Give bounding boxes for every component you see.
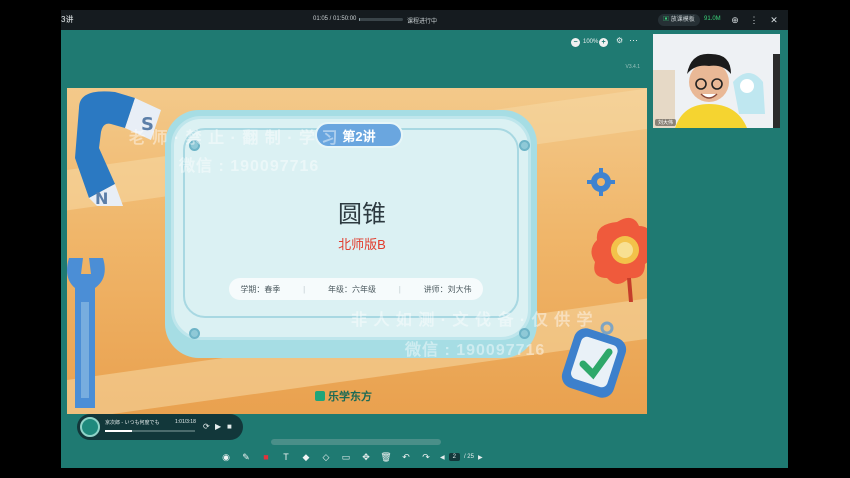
page-total: / 25 [463, 454, 474, 460]
zoom-out-button[interactable]: − [571, 38, 580, 47]
music-player: 京次郎 - いつも何度でも 1:01/3:18 ⟳ ▶ ■ [77, 414, 243, 440]
song-time: 1:01/3:18 [175, 419, 196, 425]
loop-icon[interactable]: ⟳ [203, 422, 210, 431]
record-icon[interactable]: ◉ [216, 449, 236, 465]
watermark-text: 非 人 如 测 · 文 伐 备 · 仅 供 学 [351, 312, 594, 329]
screw-icon [519, 140, 530, 151]
delete-icon[interactable]: 🗑 [376, 449, 396, 465]
song-progress-fill [105, 430, 132, 432]
close-icon[interactable]: ✕ [767, 13, 781, 27]
template-icon: ▣ [663, 17, 670, 23]
classroom-window: 3讲 01:05 / 01:50:00 课程进行中 ▣ 放课模板 91.0M ⊕… [61, 10, 788, 468]
luggage-tag-illustration [561, 321, 627, 398]
screw-icon [189, 328, 200, 339]
gear-illustration [587, 168, 615, 196]
stop-icon[interactable]: ■ [227, 422, 232, 431]
info-divider: | [398, 284, 401, 294]
class-status: 课程进行中 [407, 19, 438, 25]
watermark-text: 微信 : 190097716 [179, 158, 320, 175]
screenshot-icon[interactable]: ▭ [336, 449, 356, 465]
window-title: 3讲 [61, 15, 74, 24]
zoom-icon[interactable]: ⊕ [728, 13, 742, 27]
teacher-label: 讲师：刘大伟 [423, 284, 472, 294]
title-bar: 3讲 01:05 / 01:50:00 课程进行中 ▣ 放课模板 91.0M ⊕… [61, 10, 788, 30]
brand-name: 乐学东方 [328, 391, 372, 403]
lesson-info-bar: 学期：春季 | 年级：六年级 | 讲师：刘大伟 [229, 278, 483, 300]
page-navigator: ◀ 2 / 25 ▶ [440, 453, 483, 461]
eraser-icon[interactable]: ◇ [316, 449, 336, 465]
redo-icon[interactable]: ↷ [416, 449, 436, 465]
term-label: 学期：春季 [240, 284, 281, 294]
drawing-toolbar: ◉ ✎ ■ T ◆ ◇ ▭ ✥ 🗑 ↶ ↷ ◀ 2 / 25 ▶ [216, 448, 483, 466]
version-label: V3.4.1 [625, 64, 640, 70]
prev-page-icon[interactable]: ◀ [440, 454, 445, 461]
template-button[interactable]: ▣ 放课模板 [658, 14, 700, 26]
pen-icon[interactable]: ✎ [236, 449, 256, 465]
teacher-name-label: 刘大伟 [655, 119, 677, 126]
courseware-slide: S N 第2讲 圆锥 北师版B 学期：春季 | 年级：六年级 | 讲师：刘大伟 … [67, 88, 647, 414]
stage-toolbar: − 100% + ⚙ ⋯ [63, 32, 648, 56]
song-progress-bar[interactable] [105, 430, 195, 432]
teacher-video: 刘大伟 [653, 34, 780, 128]
horizontal-scrollbar[interactable] [271, 439, 441, 445]
lesson-title: 圆锥 [338, 200, 386, 228]
play-icon[interactable]: ▶ [215, 422, 221, 431]
brand-logo: 乐学东方 [315, 388, 372, 404]
music-disc-icon[interactable] [80, 417, 100, 437]
more-icon[interactable]: ⋮ [747, 13, 761, 27]
stage-more-icon[interactable]: ⋯ [629, 35, 638, 46]
watermark-text: 老 师 · 禁 止 · 翻 制 · 学 习 [129, 130, 339, 147]
network-speed: 91.0M [704, 16, 721, 22]
zoom-level: 100% [583, 39, 599, 45]
brand-mark-icon [315, 391, 325, 401]
template-label: 放课模板 [670, 17, 695, 23]
undo-icon[interactable]: ↶ [396, 449, 416, 465]
wrench-illustration [67, 258, 105, 408]
class-time: 01:05 / 01:50:00 [313, 16, 357, 22]
next-page-icon[interactable]: ▶ [478, 454, 483, 461]
text-tool-icon[interactable]: T [276, 449, 296, 465]
svg-text:N: N [95, 189, 108, 206]
shape-tool-icon[interactable]: ◆ [296, 449, 316, 465]
color-picker-icon[interactable]: ■ [256, 449, 276, 465]
flower-illustration [591, 217, 647, 302]
settings-icon[interactable]: ⚙ [616, 36, 623, 45]
song-title: 京次郎 - いつも何度でも [105, 420, 160, 426]
class-progress-bar [359, 18, 403, 21]
info-divider: | [303, 284, 306, 294]
lesson-edition: 北师版B [338, 237, 386, 252]
grade-label: 年级：六年级 [327, 284, 376, 294]
move-icon[interactable]: ✥ [356, 449, 376, 465]
teacher-video-frame [653, 34, 780, 128]
page-current[interactable]: 2 [448, 453, 460, 461]
zoom-out-icon: − [571, 38, 580, 47]
zoom-in-icon: + [599, 38, 608, 47]
watermark-text: 微信 : 190097716 [405, 342, 546, 359]
whiteboard-stage: − 100% + ⚙ ⋯ V3.4.1 S N 第2讲 圆锥 北师版B 学期：春… [63, 32, 648, 440]
zoom-in-button[interactable]: + [599, 38, 608, 47]
